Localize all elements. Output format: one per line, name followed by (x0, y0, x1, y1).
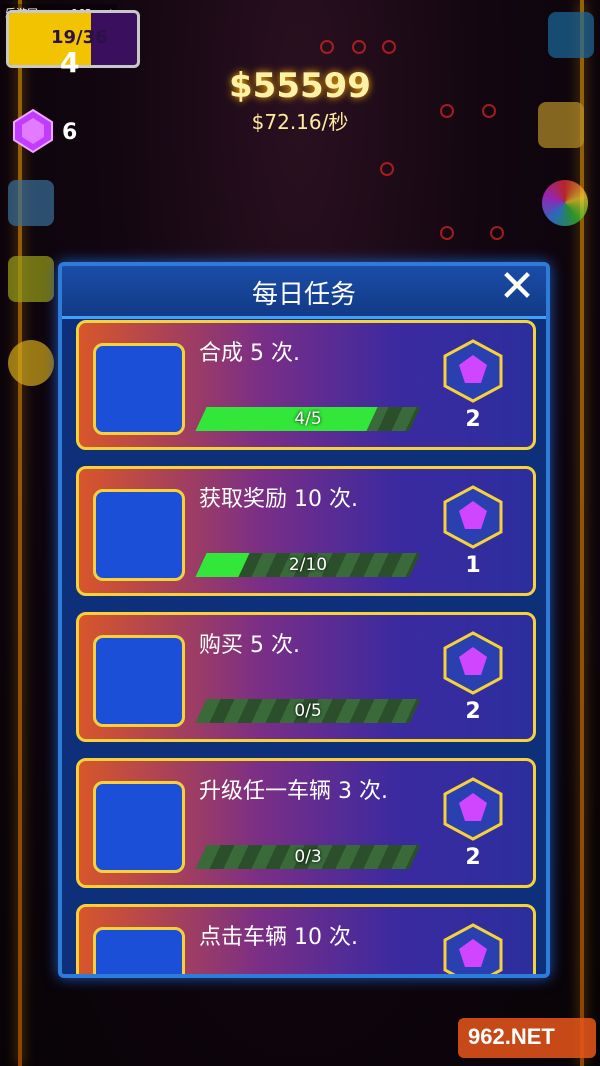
lane-glow (18, 0, 22, 1066)
daily-tasks-dialog: 每日任务 ✕ 合成 5 次. 4/5 2 获取奖励 10 次. 2/10 1 购… (58, 262, 550, 978)
gem-reward-icon (443, 485, 503, 549)
task-progress-text: 0/3 (294, 847, 322, 867)
task-label: 合成 5 次. (199, 341, 300, 366)
enemy-marker (490, 226, 504, 240)
task-progress-text: 2/10 (288, 555, 328, 575)
task-label: 点击车辆 10 次. (199, 925, 358, 950)
hourglass-icon[interactable] (8, 180, 54, 226)
site-logo: 962.NET (458, 1018, 596, 1058)
gem-reward-icon (443, 339, 503, 403)
lane-glow (580, 0, 584, 1066)
money-total: $55599 (229, 66, 371, 106)
money-rate: $72.16/秒 (251, 110, 349, 134)
enemy-marker (352, 40, 366, 54)
shop-icon[interactable] (538, 102, 584, 148)
task-reward-count: 2 (465, 699, 481, 724)
rocket-icon (93, 489, 185, 581)
level-progress-text: 19/36 (51, 27, 108, 48)
task-card[interactable]: 购买 5 次. 0/5 2 (76, 612, 536, 742)
task-card[interactable]: 获取奖励 10 次. 2/10 1 (76, 466, 536, 596)
task-progress-text: 4/5 (294, 409, 322, 429)
coin-icon[interactable] (8, 340, 54, 386)
mystery-box-icon (93, 635, 185, 727)
enemy-marker (320, 40, 334, 54)
gem-reward-icon (443, 631, 503, 695)
enemy-marker (382, 40, 396, 54)
tap-truck-icon (93, 927, 185, 974)
svg-text:962.NET: 962.NET (468, 1024, 555, 1049)
gear-icon[interactable] (548, 12, 594, 58)
task-label: 购买 5 次. (199, 633, 300, 658)
task-label: 获取奖励 10 次. (199, 487, 358, 512)
spin-wheel-icon[interactable] (542, 180, 588, 226)
task-reward-count: 1 (465, 553, 481, 578)
task-card[interactable]: 点击车辆 10 次. (76, 904, 536, 974)
task-progress-text: 0/5 (294, 701, 322, 721)
merge-trucks-icon (93, 343, 185, 435)
dialog-header: 每日任务 ✕ (62, 266, 546, 319)
task-card[interactable]: 升级任一车辆 3 次. 0/3 2 (76, 758, 536, 888)
dialog-title: 每日任务 (251, 280, 356, 310)
task-reward-count: 2 (465, 407, 481, 432)
task-reward-count: 2 (465, 845, 481, 870)
gem-reward-icon (443, 923, 503, 974)
enemy-marker (380, 162, 394, 176)
task-label: 升级任一车辆 3 次. (199, 779, 388, 804)
lightning-icon[interactable] (8, 256, 54, 302)
task-card[interactable]: 合成 5 次. 4/5 2 (76, 320, 536, 450)
close-icon[interactable]: ✕ (494, 266, 540, 310)
gem-reward-icon (443, 777, 503, 841)
enemy-marker (440, 226, 454, 240)
upgrade-truck-icon (93, 781, 185, 873)
